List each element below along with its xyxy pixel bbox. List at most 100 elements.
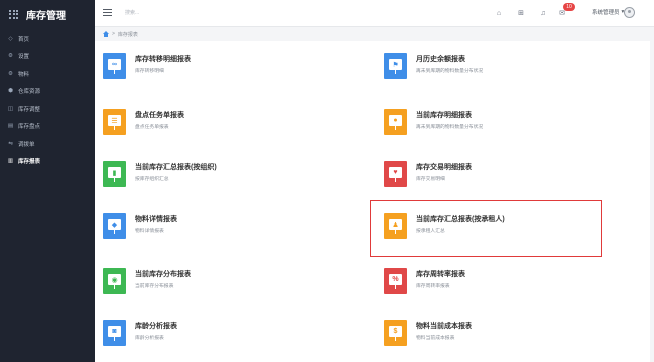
report-title[interactable]: 当前库存分布报表 xyxy=(135,269,191,279)
report-title[interactable]: 库存周转率报表 xyxy=(416,269,465,279)
sidebar-item[interactable]: ⚙ 设置 xyxy=(0,48,95,66)
sidebar-item[interactable]: ⇋ 调拨单 xyxy=(0,135,95,153)
person-icon: ♟ xyxy=(392,221,399,229)
home-icon[interactable]: ⌂ xyxy=(494,8,504,18)
report-card[interactable]: ⚑ 月历史余额报表再未到库期的物料数量分布状况 xyxy=(384,53,614,93)
report-title[interactable]: 库存交易明细报表 xyxy=(416,162,472,172)
apps-icon[interactable]: ⊞ xyxy=(516,8,526,18)
sidebar-item-label: 库存盘点 xyxy=(18,124,41,131)
report-icon-tile: ∞ xyxy=(103,53,126,79)
user-name: 系统管理员 xyxy=(592,10,620,16)
sidebar-item[interactable]: ⬢ 仓库资源 xyxy=(0,83,95,101)
heart-icon: ♥ xyxy=(393,169,398,176)
sidebar-item-label: 设置 xyxy=(18,54,30,61)
bar-chart-icon: ▮ xyxy=(112,169,117,177)
report-title[interactable]: 库存转移明细报表 xyxy=(135,54,191,64)
report-subtitle: 库存交易明细 xyxy=(416,177,445,182)
bell-icon[interactable]: ♫ xyxy=(538,8,548,18)
report-icon-tile: ⚑ xyxy=(384,53,407,79)
location-icon: ◉ xyxy=(111,276,118,284)
breadcrumb-current: 库存报表 xyxy=(117,31,138,38)
home-icon[interactable] xyxy=(103,31,109,37)
report-subtitle: 按承租人汇总 xyxy=(416,229,445,234)
user-menu[interactable]: 系统管理员 ▾ xyxy=(592,8,624,16)
brand[interactable]: 库存管理 xyxy=(0,0,95,28)
app-title: 库存管理 xyxy=(26,10,66,22)
report-card[interactable]: ◙ 库龄分析报表 库龄分析报表 xyxy=(103,320,333,360)
sidebar-item-label: 库存调整 xyxy=(18,106,41,113)
report-subtitle: 物料详情报表 xyxy=(135,229,164,234)
link-icon: ∞ xyxy=(112,61,117,68)
flag-icon: ⚑ xyxy=(392,61,399,69)
report-card[interactable]: ☰ 盘点任务单报表 盘点任务单报表 xyxy=(103,109,333,149)
report-subtitle: 库龄分析报表 xyxy=(135,336,164,341)
sidebar-item-label: 物料 xyxy=(18,71,30,78)
report-card[interactable]: ◉ 当前库存分布报表 当前库存分布报表 xyxy=(103,268,333,308)
report-grid: ∞ 库存转移明细报表 库存转移明细 ⚑ 月历史余额报表 再未到库期的物料数量分布状况 ☰ 盘点… xyxy=(95,41,650,362)
list-icon: ☰ xyxy=(111,117,118,125)
breadcrumb-separator: > xyxy=(112,31,115,37)
sidebar-item-label: 库存报表 xyxy=(18,159,41,166)
report-icon-tile: ◆ xyxy=(103,213,126,239)
report-icon-tile: ♟ xyxy=(384,213,407,239)
sidebar-item[interactable]: ◫ 库存调整 xyxy=(0,100,95,118)
gear-icon: ⚙ xyxy=(8,53,13,60)
report-icon-tile: ◙ xyxy=(103,320,126,346)
sidebar-item[interactable]: ▥ 库存报表 xyxy=(0,153,95,171)
report-card[interactable]: ▮ 当前库存汇总报表(按组织) 按库存组织汇总 xyxy=(103,161,333,201)
tag-icon: ◆ xyxy=(111,221,118,229)
camera-icon: ◙ xyxy=(112,328,117,335)
topbar: ⌂ ⊞ ♫ ✉ 10 系统管理员 ▾ xyxy=(95,0,654,27)
report-icon-tile: ☰ xyxy=(103,109,126,135)
transfer-icon: ⇋ xyxy=(8,140,13,147)
report-icon-tile: $ xyxy=(384,320,407,346)
report-icon-tile: ♥ xyxy=(384,161,407,187)
report-subtitle: 库存周转率报表 xyxy=(416,284,450,289)
report-icon-tile: ◉ xyxy=(103,268,126,294)
report-title[interactable]: 库龄分析报表 xyxy=(135,321,177,331)
report-icon-tile: ● xyxy=(384,109,407,135)
sidebar-item[interactable]: ◇ 首页 xyxy=(0,30,95,48)
sidebar: 库存管理 ◇ 首页 ⚙ 设置 ⚙ 物料 ⬢ 仓库资源 ◫ 库存调整 ▤ 库存盘点 ⇋ 调拨单 ▥ 库存报表 xyxy=(0,0,95,362)
avatar[interactable] xyxy=(624,7,635,18)
report-title[interactable]: 月历史余额报表 xyxy=(416,54,465,64)
sidebar-nav: ◇ 首页 ⚙ 设置 ⚙ 物料 ⬢ 仓库资源 ◫ 库存调整 ▤ 库存盘点 ⇋ 调拨单 ▥ 库存报表 xyxy=(0,30,95,170)
report-card[interactable]: $ 物料当前成本报表 物料当前成本报表 xyxy=(384,320,614,360)
report-card[interactable]: ♟ 当前库存汇总报表(按承租人) 按承租人汇总 xyxy=(384,213,614,253)
report-subtitle: 盘点任务单报表 xyxy=(135,125,169,130)
inventory-icon: ▤ xyxy=(7,123,14,130)
apple-icon: ● xyxy=(393,117,398,124)
dollar-icon: $ xyxy=(393,328,398,335)
breadcrumb: > 库存报表 xyxy=(103,29,138,39)
home-icon: ◇ xyxy=(8,35,13,42)
report-icon: ▥ xyxy=(7,158,14,165)
report-subtitle: 当前库存分布报表 xyxy=(135,284,174,289)
report-icon-tile: ▮ xyxy=(103,161,126,187)
gear-icon: ⚙ xyxy=(8,70,13,77)
search-input[interactable] xyxy=(125,7,245,19)
sidebar-item-label: 首页 xyxy=(18,36,30,43)
report-title[interactable]: 当前库存汇总报表(按组织) xyxy=(135,162,217,172)
percent-icon: % xyxy=(392,276,399,283)
report-title[interactable]: 当前库存明细报表 xyxy=(416,110,472,120)
sidebar-item[interactable]: ⚙ 物料 xyxy=(0,65,95,83)
report-card[interactable]: ◆ 物料详情报表 物料详情报表 xyxy=(103,213,333,253)
menu-toggle-icon[interactable] xyxy=(103,9,112,16)
notification-badge: 10 xyxy=(563,3,575,11)
report-card[interactable]: % 库存周转率报表 库存周转率报表 xyxy=(384,268,614,308)
report-title[interactable]: 物料详情报表 xyxy=(135,214,177,224)
report-icon-tile: % xyxy=(384,268,407,294)
report-card[interactable]: ● 当前库存明细报表再未到库期的物料数量分布状况 xyxy=(384,109,614,149)
adjust-icon: ◫ xyxy=(7,105,14,112)
report-card[interactable]: ♥ 库存交易明细报表库存交易明细 xyxy=(384,161,614,201)
report-subtitle: 物料当前成本报表 xyxy=(416,336,455,341)
report-subtitle: 再未到库期的物料数量分布状况 xyxy=(416,125,484,130)
report-title[interactable]: 盘点任务单报表 xyxy=(135,110,184,120)
report-title[interactable]: 当前库存汇总报表(按承租人) xyxy=(416,214,505,224)
warehouse-icon: ⬢ xyxy=(8,88,13,95)
sidebar-item-label: 调拨单 xyxy=(18,141,35,148)
sidebar-item[interactable]: ▤ 库存盘点 xyxy=(0,118,95,136)
report-title[interactable]: 物料当前成本报表 xyxy=(416,321,472,331)
report-card[interactable]: ∞ 库存转移明细报表 库存转移明细 xyxy=(103,53,333,93)
report-subtitle: 再未到库期的物料数量分布状况 xyxy=(416,69,484,74)
